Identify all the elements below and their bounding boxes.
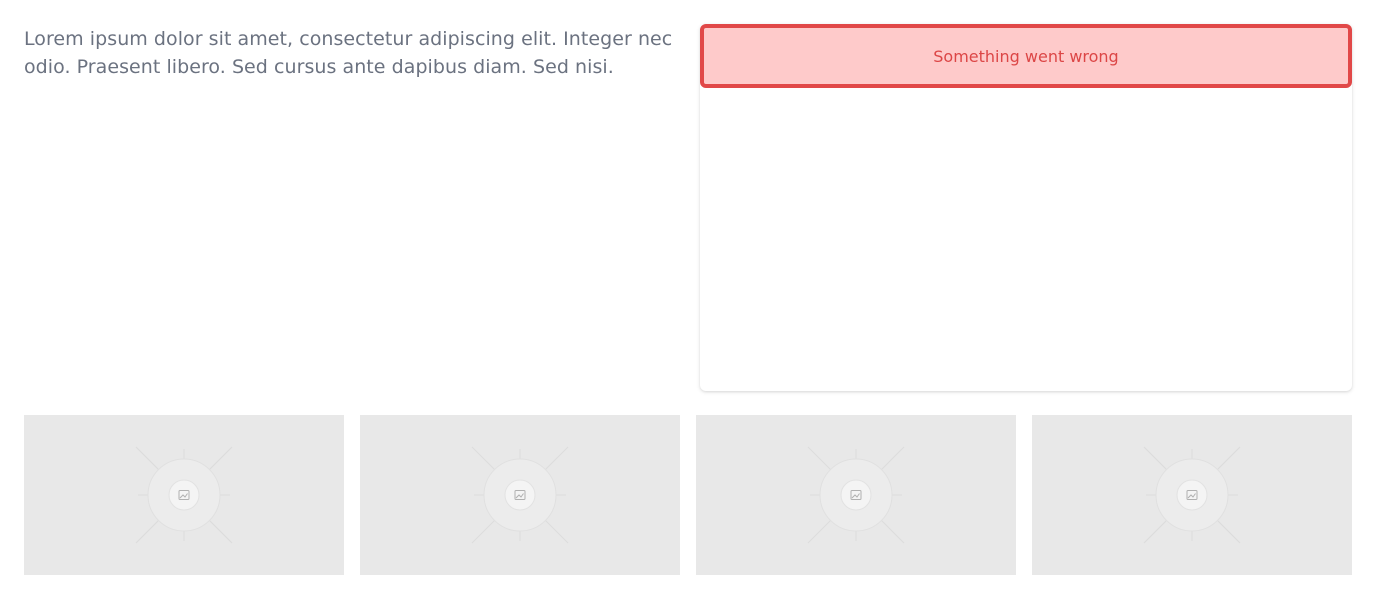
error-message: Something went wrong bbox=[933, 46, 1119, 66]
image-placeholder[interactable] bbox=[696, 415, 1016, 575]
image-placeholder-icon bbox=[1143, 446, 1241, 544]
image-placeholder-icon bbox=[807, 446, 905, 544]
image-placeholder[interactable] bbox=[360, 415, 680, 575]
error-alert: Something went wrong bbox=[700, 24, 1352, 88]
image-placeholder[interactable] bbox=[24, 415, 344, 575]
image-placeholder-icon bbox=[471, 446, 569, 544]
image-placeholder[interactable] bbox=[1032, 415, 1352, 575]
content-card: Something went wrong bbox=[700, 24, 1352, 391]
image-placeholder-icon bbox=[135, 446, 233, 544]
intro-text: Lorem ipsum dolor sit amet, consectetur … bbox=[24, 28, 673, 78]
thumbnail-row bbox=[24, 415, 1352, 575]
